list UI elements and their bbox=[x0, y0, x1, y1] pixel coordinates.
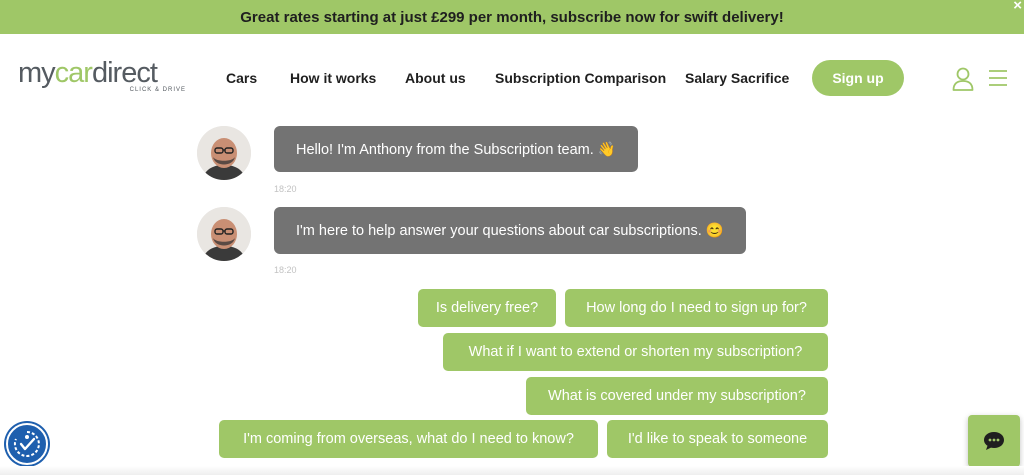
promo-banner: Great rates starting at just £299 per mo… bbox=[0, 0, 1024, 34]
chat-launcher-button[interactable] bbox=[968, 415, 1020, 467]
nav-subscription-comparison[interactable]: Subscription Comparison bbox=[495, 70, 666, 86]
quick-reply-button[interactable]: I'm coming from overseas, what do I need… bbox=[219, 420, 598, 458]
nav-salary-sacrifice[interactable]: Salary Sacrifice bbox=[685, 70, 789, 86]
chat-bubble-icon bbox=[984, 432, 1004, 450]
nav-how-it-works[interactable]: How it works bbox=[290, 70, 376, 86]
site-header: mycardirect CLICK & DRIVE Cars How it wo… bbox=[0, 34, 1024, 120]
agent-avatar bbox=[197, 207, 251, 261]
page-bottom-edge bbox=[0, 466, 1024, 475]
message-timestamp: 18:20 bbox=[274, 265, 297, 275]
logo-tagline: CLICK & DRIVE bbox=[129, 87, 186, 93]
quick-reply-button[interactable]: What is covered under my subscription? bbox=[526, 377, 828, 415]
quick-reply-button[interactable]: What if I want to extend or shorten my s… bbox=[443, 333, 828, 371]
nav-cars[interactable]: Cars bbox=[226, 70, 257, 86]
sign-up-button[interactable]: Sign up bbox=[812, 60, 904, 96]
quick-reply-button[interactable]: How long do I need to sign up for? bbox=[565, 289, 828, 327]
promo-banner-text: Great rates starting at just £299 per mo… bbox=[240, 8, 784, 26]
user-icon[interactable] bbox=[952, 67, 974, 91]
nav-about-us[interactable]: About us bbox=[405, 70, 466, 86]
quick-reply-button[interactable]: Is delivery free? bbox=[418, 289, 556, 327]
quick-reply-button[interactable]: I'd like to speak to someone bbox=[607, 420, 828, 458]
logo-wordmark: mycardirect bbox=[18, 57, 158, 89]
hamburger-menu-icon[interactable] bbox=[988, 69, 1008, 87]
message-timestamp: 18:20 bbox=[274, 184, 297, 194]
agent-message: Hello! I'm Anthony from the Subscription… bbox=[274, 126, 638, 172]
mycardirect-logo[interactable]: mycardirect CLICK & DRIVE bbox=[18, 58, 188, 98]
close-icon[interactable]: × bbox=[1013, 0, 1022, 14]
accessibility-button[interactable] bbox=[6, 423, 48, 465]
agent-message: I'm here to help answer your questions a… bbox=[274, 207, 746, 254]
accessibility-icon bbox=[13, 431, 40, 457]
agent-avatar bbox=[197, 126, 251, 180]
